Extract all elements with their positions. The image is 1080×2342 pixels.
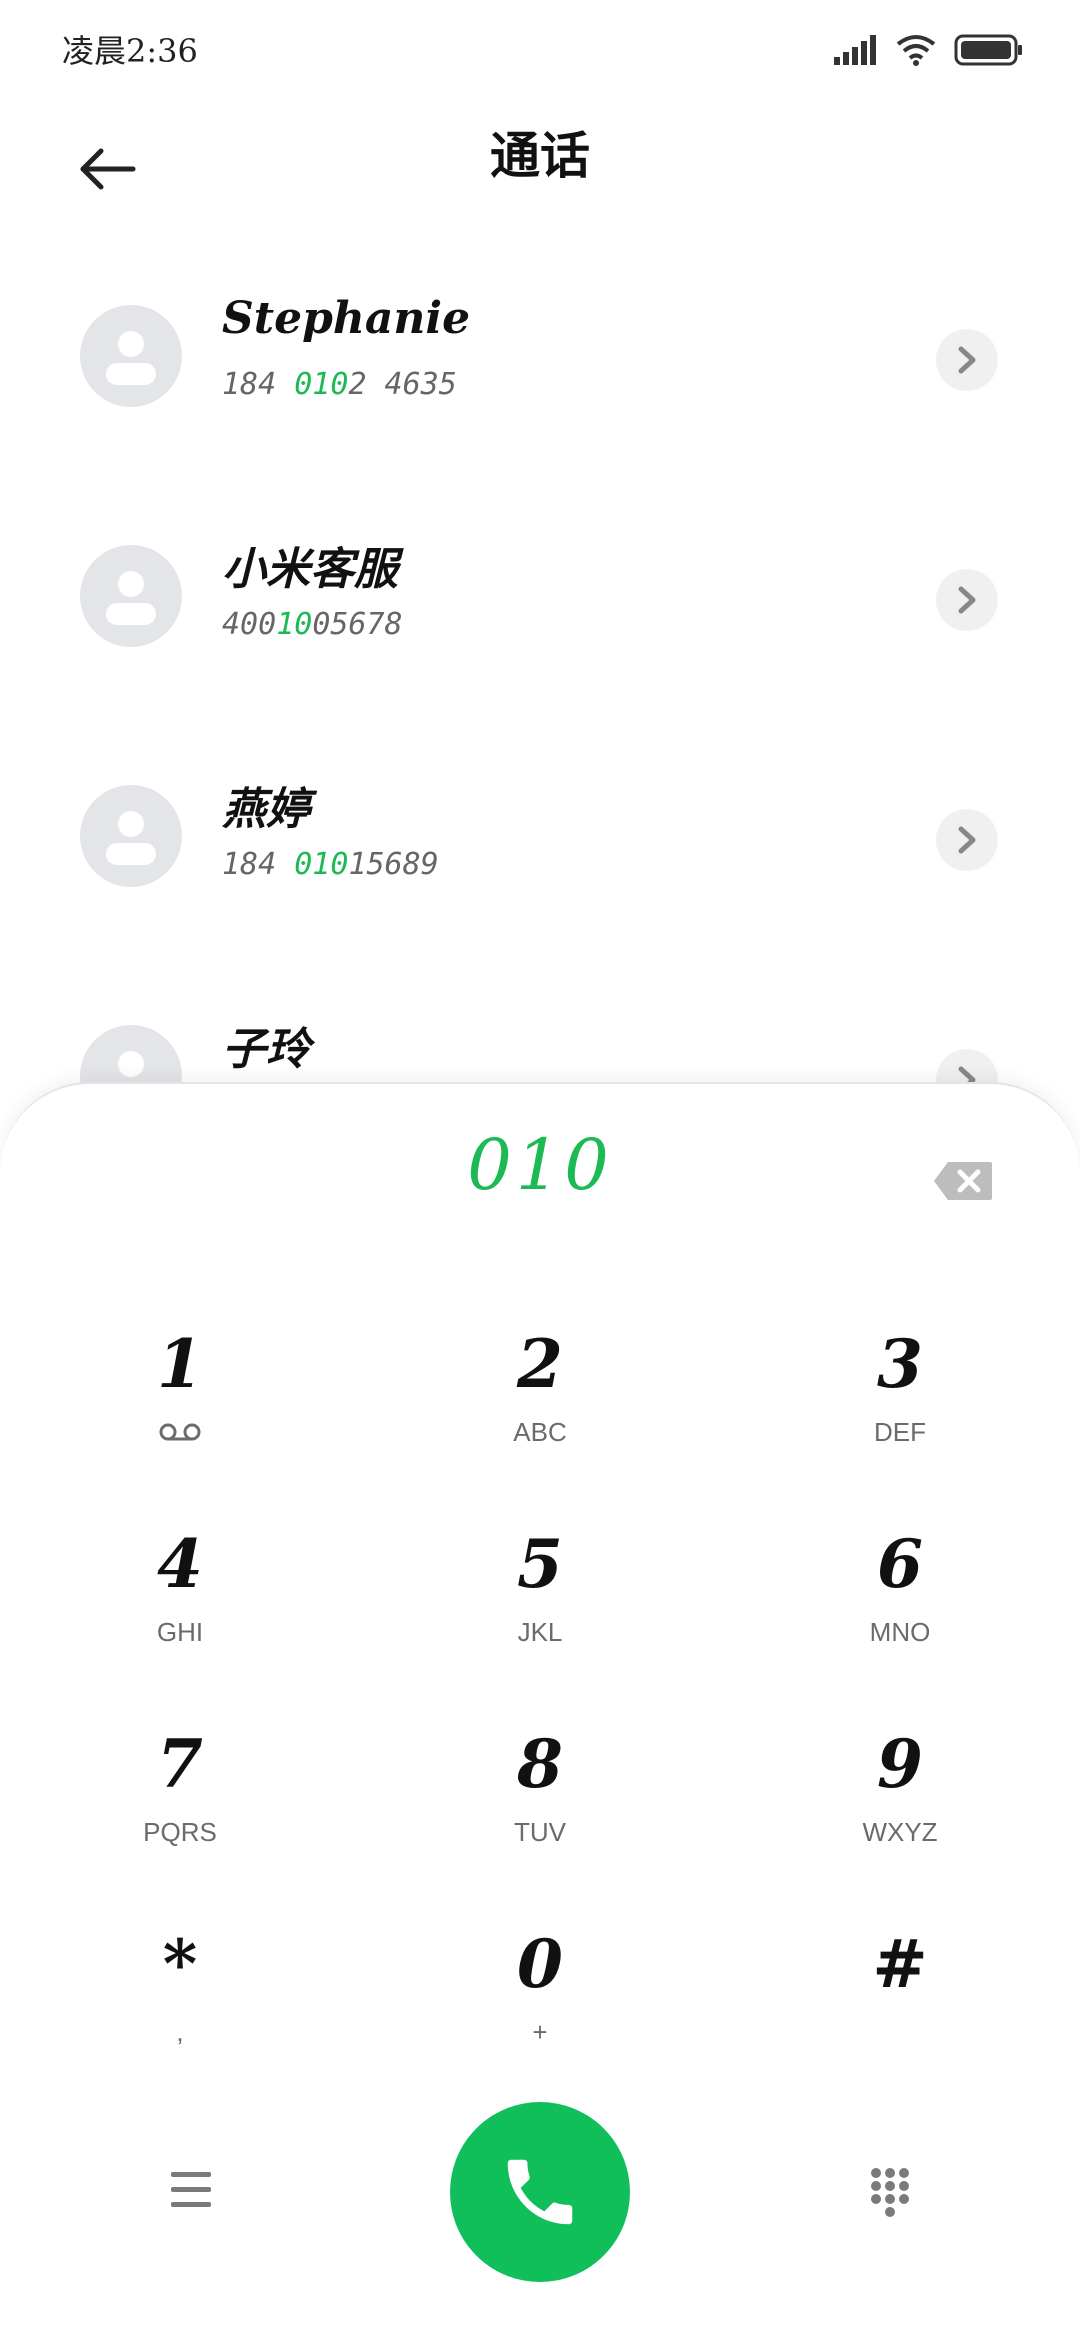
contact-number: 184 0102 4635 xyxy=(222,367,457,402)
key-letters: MNO xyxy=(869,1617,931,1647)
key-digit: 8 xyxy=(517,1725,563,1803)
key-digit: 6 xyxy=(877,1525,923,1603)
key-letters: TUV xyxy=(514,1817,566,1847)
contact-list: Stephanie 184 0102 4635 小米客服 4001005678 … xyxy=(0,255,1080,1095)
key-8[interactable]: 8 TUV xyxy=(390,1724,690,1894)
key-hash[interactable]: # xyxy=(750,1924,1050,2094)
contact-name: 小米客服 xyxy=(222,544,398,595)
key-1[interactable]: 1 xyxy=(30,1324,330,1494)
menu-icon xyxy=(171,2172,211,2207)
voicemail-icon xyxy=(159,1423,201,1441)
key-7[interactable]: 7 PQRS xyxy=(30,1724,330,1894)
contact-row[interactable]: 燕婷 184 01015689 xyxy=(0,735,1080,975)
signal-icon xyxy=(834,35,876,65)
key-2[interactable]: 2 ABC xyxy=(390,1324,690,1494)
key-digit: # xyxy=(872,1925,928,2003)
key-letters: , xyxy=(176,2017,184,2047)
contact-row[interactable]: 小米客服 4001005678 xyxy=(0,495,1080,735)
key-letters: PQRS xyxy=(143,1817,217,1847)
key-letters: + xyxy=(532,2017,548,2047)
key-5[interactable]: 5 JKL xyxy=(390,1524,690,1694)
avatar xyxy=(80,785,182,887)
key-digit: 2 xyxy=(517,1325,563,1403)
status-time: 凌晨2:36 xyxy=(62,32,198,70)
contact-name: 子玲 xyxy=(222,1024,310,1075)
contact-number: 4001005678 xyxy=(222,607,403,642)
backspace-button[interactable] xyxy=(928,1156,998,1206)
contact-row[interactable]: Stephanie 184 0102 4635 xyxy=(0,255,1080,495)
key-3[interactable]: 3 DEF xyxy=(750,1324,1050,1494)
key-digit: 4 xyxy=(157,1525,203,1603)
phone-icon xyxy=(507,2159,573,2225)
contact-detail-button[interactable] xyxy=(936,809,998,871)
contact-name: Stephanie xyxy=(222,293,471,344)
avatar xyxy=(80,305,182,407)
dial-input[interactable]: 010 xyxy=(0,1124,1080,1206)
contact-name: 燕婷 xyxy=(222,784,310,835)
status-icons xyxy=(834,30,1024,70)
key-4[interactable]: 4 GHI xyxy=(30,1524,330,1694)
contact-detail-button[interactable] xyxy=(936,329,998,391)
contact-detail-button[interactable] xyxy=(936,569,998,631)
key-digit: 3 xyxy=(877,1325,923,1403)
contact-number: 184 01015689 xyxy=(222,847,439,882)
key-letters xyxy=(30,1412,330,1452)
chevron-right-icon xyxy=(958,586,976,614)
key-letters: JKL xyxy=(517,1617,563,1647)
key-star[interactable]: * , xyxy=(30,1924,330,2094)
key-0[interactable]: 0 + xyxy=(390,1924,690,2094)
key-digit: 1 xyxy=(157,1325,203,1403)
key-digit: * xyxy=(162,1925,198,2003)
contact-row[interactable]: 子玲 xyxy=(0,975,1080,1095)
header: 通话 xyxy=(0,110,1080,230)
key-letters: GHI xyxy=(156,1617,204,1647)
key-digit: 0 xyxy=(517,1925,563,2003)
chevron-right-icon xyxy=(958,346,976,374)
key-6[interactable]: 6 MNO xyxy=(750,1524,1050,1694)
chevron-right-icon xyxy=(958,826,976,854)
dialpad-grid-icon xyxy=(871,2168,909,2217)
key-digit: 9 xyxy=(877,1725,923,1803)
avatar xyxy=(80,545,182,647)
battery-icon xyxy=(954,34,1022,66)
key-letters: DEF xyxy=(874,1417,926,1447)
key-9[interactable]: 9 WXYZ xyxy=(750,1724,1050,1894)
backspace-icon xyxy=(934,1162,992,1200)
key-letters: WXYZ xyxy=(862,1817,938,1847)
hide-dialpad-button[interactable] xyxy=(858,2160,922,2224)
page-title: 通话 xyxy=(490,126,590,185)
key-letters: ABC xyxy=(513,1417,567,1447)
wifi-icon xyxy=(896,35,936,66)
key-digit: 5 xyxy=(517,1525,563,1603)
key-digit: 7 xyxy=(157,1725,203,1803)
call-button[interactable] xyxy=(450,2102,630,2282)
menu-button[interactable] xyxy=(150,2160,232,2220)
status-bar: 凌晨2:36 xyxy=(0,0,1080,96)
